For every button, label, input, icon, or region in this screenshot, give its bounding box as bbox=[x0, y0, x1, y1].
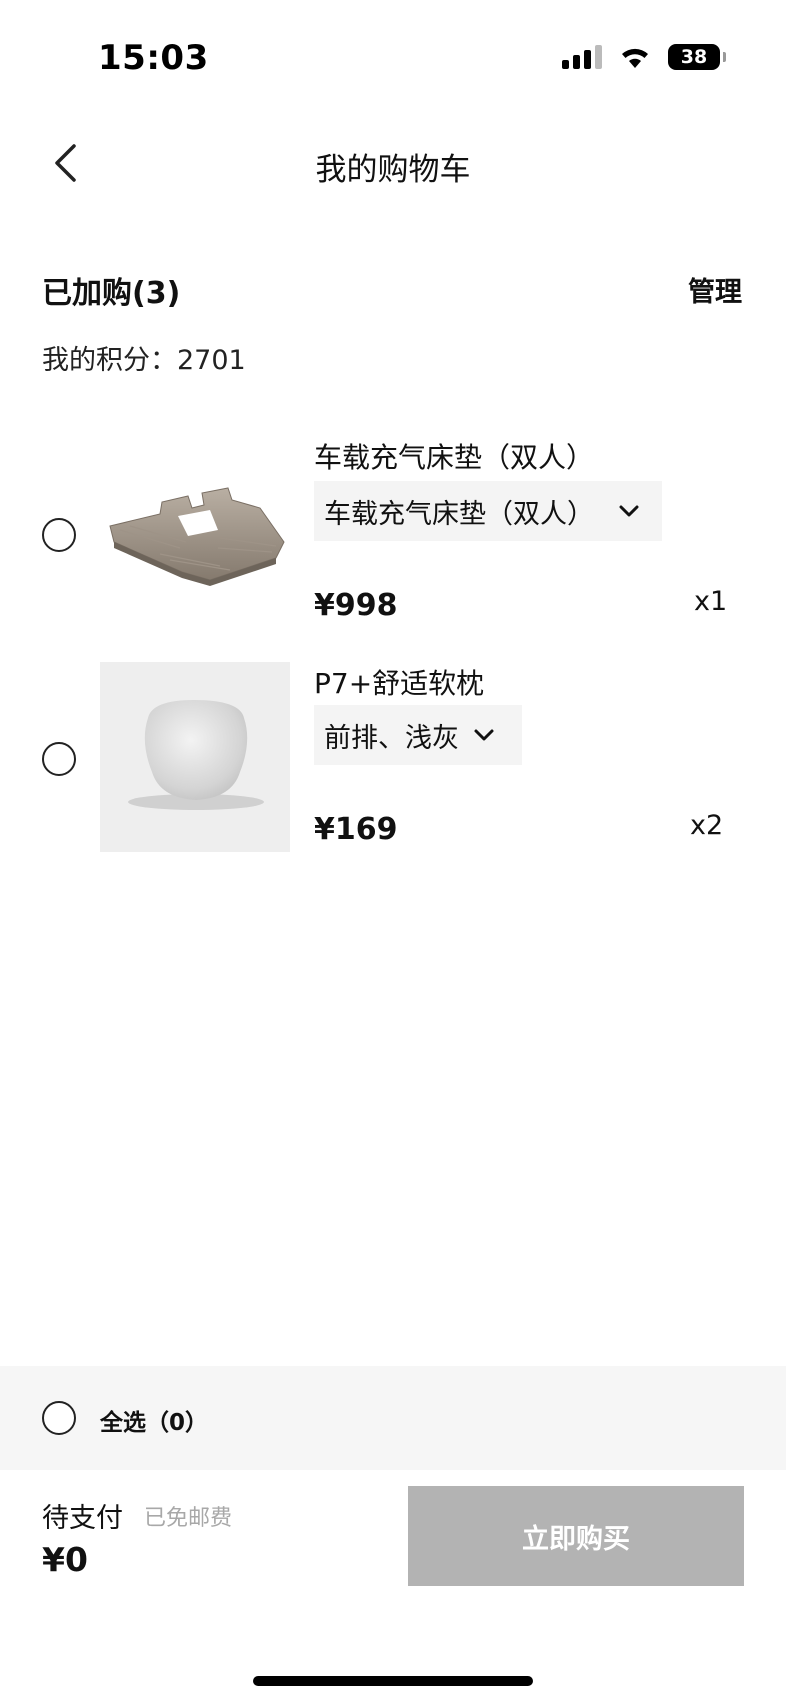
manage-button[interactable]: 管理 bbox=[688, 270, 742, 309]
points-text: 我的积分：2701 bbox=[42, 345, 246, 376]
item-name: P7+舒适软枕 bbox=[314, 667, 485, 700]
pending-payment-label: 待支付 bbox=[42, 1503, 123, 1534]
nav-bar: 我的购物车 bbox=[0, 120, 786, 210]
chevron-down-icon bbox=[619, 505, 639, 517]
chevron-down-icon bbox=[474, 729, 494, 741]
item-name: 车载充气床垫（双人） bbox=[314, 441, 595, 474]
item-quantity: x2 bbox=[690, 810, 724, 841]
variant-select[interactable]: 车载充气床垫（双人） bbox=[314, 481, 662, 541]
buy-now-button[interactable]: 立即购买 bbox=[408, 1486, 744, 1586]
total-amount: ¥0 bbox=[42, 1540, 88, 1579]
free-shipping-note: 已免邮费 bbox=[144, 1506, 233, 1531]
variant-select[interactable]: 前排、浅灰 bbox=[314, 705, 522, 765]
air-mattress-image bbox=[109, 487, 285, 586]
page-title: 我的购物车 bbox=[315, 152, 471, 188]
cart-item: P7+舒适软枕 前排、浅灰 ¥169 x2 bbox=[0, 662, 786, 852]
status-time: 15:03 bbox=[98, 38, 209, 78]
item-checkbox[interactable] bbox=[42, 518, 76, 552]
battery-icon: 38 bbox=[668, 44, 726, 70]
signal-icon bbox=[562, 45, 602, 69]
status-icons: 38 bbox=[562, 44, 726, 70]
battery-level: 38 bbox=[680, 46, 708, 68]
pillow-image bbox=[128, 700, 264, 810]
item-checkbox[interactable] bbox=[42, 742, 76, 776]
item-quantity: x1 bbox=[694, 586, 728, 617]
cart-item: 车载充气床垫（双人） 车载充气床垫（双人） ¥998 x1 bbox=[0, 438, 786, 628]
status-bar: 15:03 38 bbox=[0, 0, 786, 110]
item-image[interactable] bbox=[100, 438, 290, 628]
item-price: ¥998 bbox=[314, 588, 398, 623]
wifi-icon bbox=[622, 48, 648, 68]
select-all-checkbox[interactable] bbox=[42, 1401, 76, 1435]
variant-label: 车载充气床垫（双人） bbox=[324, 498, 594, 530]
home-indicator bbox=[253, 1676, 533, 1686]
select-all-bar: 全选（0） bbox=[0, 1366, 786, 1470]
item-image[interactable] bbox=[100, 662, 290, 852]
select-all-label[interactable]: 全选（0） bbox=[100, 1403, 208, 1437]
item-price: ¥169 bbox=[314, 812, 398, 847]
cart-count: 已加购(3) bbox=[42, 276, 181, 311]
variant-label: 前排、浅灰 bbox=[324, 722, 459, 754]
